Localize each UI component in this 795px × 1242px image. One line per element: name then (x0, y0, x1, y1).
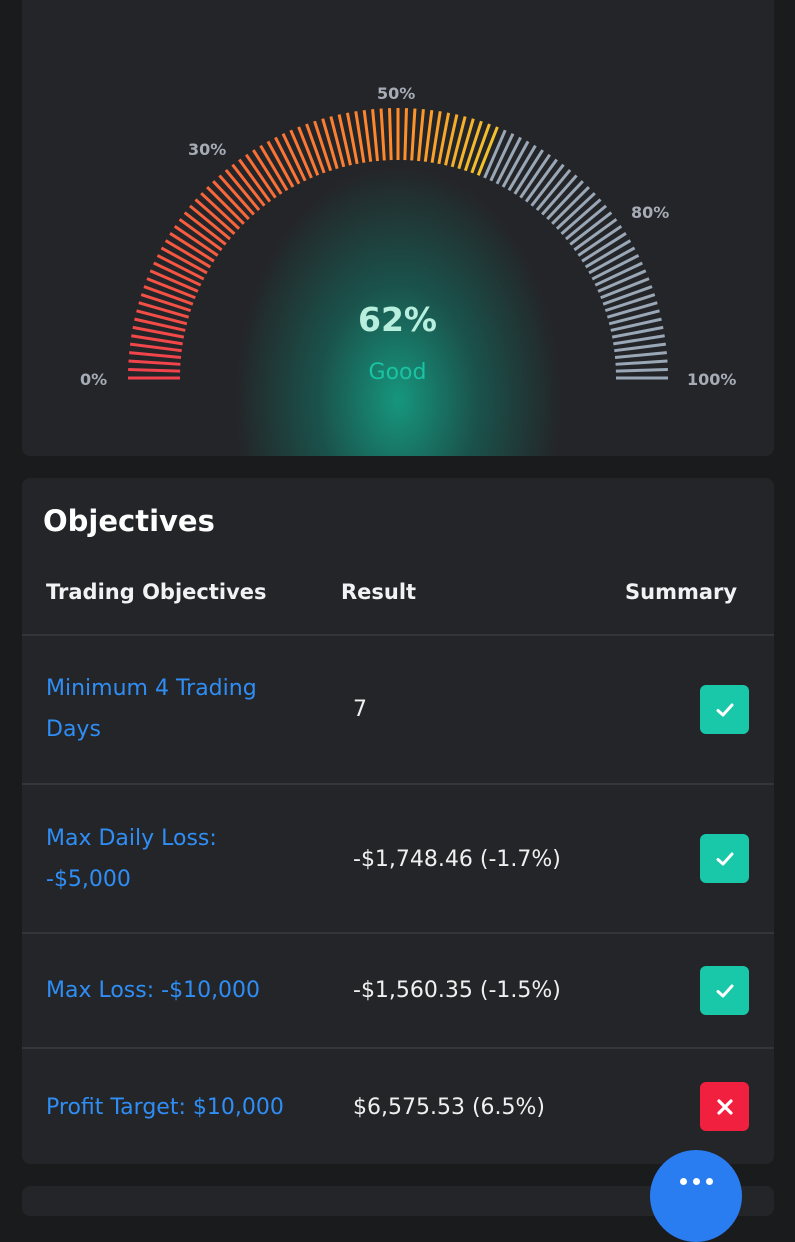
gauge-segment (614, 351, 667, 359)
gauge-segment (614, 342, 667, 353)
objective-result: $6,575.53 (6.5%) (353, 1095, 546, 1120)
gauge-segment (321, 118, 339, 170)
objectives-card: Objectives Trading Objectives Result Sum… (22, 478, 774, 1164)
objective-name[interactable]: Profit Target: $10,000 (46, 1087, 306, 1128)
column-header-summary: Summary (625, 580, 738, 604)
gauge-segment (457, 118, 475, 170)
score-gauge (128, 108, 668, 380)
objectives-title: Objectives (43, 504, 215, 538)
objective-row: Max Daily Loss: -$5,000 -$1,748.46 (-1.7… (22, 783, 774, 933)
close-icon (716, 1098, 733, 1115)
check-icon (716, 852, 733, 865)
chat-dots-icon (679, 1178, 713, 1242)
gauge-segment (129, 351, 182, 359)
check-icon (716, 703, 733, 716)
gauge-segment (463, 120, 483, 172)
objective-row: Profit Target: $10,000 $6,575.53 (6.5%) (22, 1047, 774, 1164)
objective-result: -$1,748.46 (-1.7%) (353, 847, 561, 872)
objective-name[interactable]: Minimum 4 Trading Days (46, 668, 306, 750)
gauge-segment (313, 120, 333, 172)
gauge-segment (362, 109, 373, 162)
objective-row: Minimum 4 Trading Days 7 (22, 634, 774, 784)
gauge-segment (371, 109, 379, 162)
column-header-objective: Trading Objectives (46, 580, 267, 604)
gauge-segment (423, 109, 434, 162)
check-icon (716, 984, 733, 997)
status-pass-badge (700, 966, 749, 1015)
column-header-result: Result (341, 580, 417, 604)
status-pass-badge (700, 834, 749, 883)
gauge-label-50: 50% (377, 84, 416, 103)
gauge-label-30: 30% (188, 140, 227, 159)
gauge-segment (388, 108, 393, 161)
gauge-label-80: 80% (631, 203, 670, 222)
chat-button[interactable] (650, 1150, 742, 1242)
objective-row: Max Loss: -$10,000 -$1,560.35 (-1.5%) (22, 932, 774, 1050)
score-value: 62% (358, 300, 437, 339)
gauge-segment (410, 108, 417, 161)
status-fail-badge (700, 1082, 749, 1131)
gauge-segment (417, 109, 425, 162)
objective-result: -$1,560.35 (-1.5%) (353, 978, 561, 1003)
gauge-segment (129, 342, 182, 353)
gauge-segment (379, 108, 386, 161)
objective-result: 7 (353, 697, 367, 722)
objective-name[interactable]: Max Daily Loss: -$5,000 (46, 818, 306, 900)
score-rating: Good (368, 360, 427, 385)
gauge-segment (403, 108, 408, 161)
objective-name[interactable]: Max Loss: -$10,000 (46, 970, 306, 1011)
status-pass-badge (700, 685, 749, 734)
